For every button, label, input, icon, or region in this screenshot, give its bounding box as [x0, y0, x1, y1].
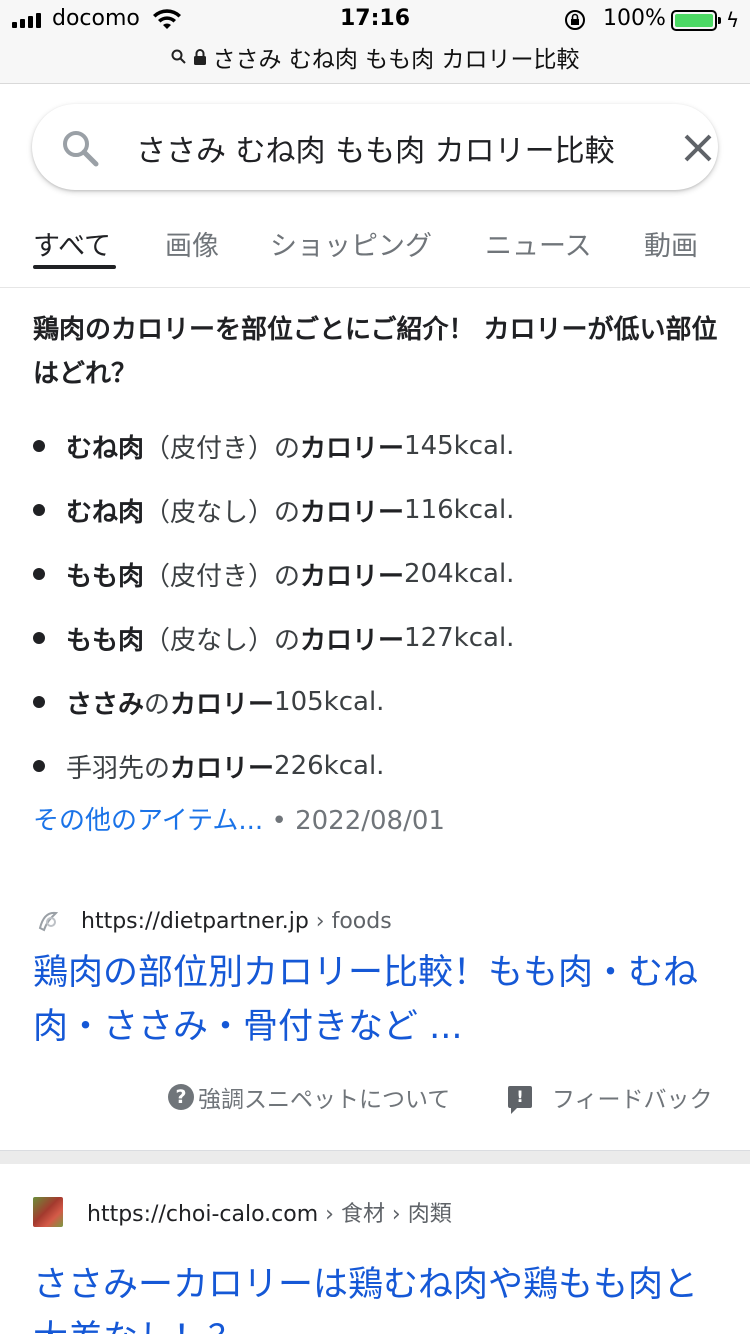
list-item: もも肉 （皮付き）の カロリー 204kcal.	[33, 542, 723, 606]
item-text: （皮付き）の	[144, 433, 301, 464]
battery-percent: 100%	[603, 6, 666, 31]
address-text: ささみ むね肉 もも肉 カロリー比較	[212, 47, 580, 73]
tab-shopping[interactable]: ショッピング	[270, 224, 432, 263]
item-bold-calorie: カロリー	[300, 433, 405, 464]
item-bold-calorie: カロリー	[300, 561, 405, 592]
item-value: 127kcal.	[404, 623, 515, 653]
item-text: の	[144, 689, 171, 720]
bullet-dot	[33, 440, 45, 452]
tab-news[interactable]: ニュース	[485, 224, 592, 263]
item-value: 204kcal.	[404, 559, 515, 589]
snippet-date: 2022/08/01	[295, 806, 445, 836]
result-domain: https://dietpartner.jp	[81, 908, 309, 934]
list-item: むね肉 （皮なし）の カロリー 116kcal.	[33, 478, 723, 542]
browser-top-bar: docomo 17:16 100% ϟ ささみ むね肉 もも肉 カロリー比較	[0, 0, 750, 84]
active-tab-indicator	[33, 265, 116, 269]
tab-images[interactable]: 画像	[165, 224, 219, 263]
lock-icon	[193, 49, 206, 65]
more-items-row: その他のアイテム... • 2022/08/01	[33, 800, 445, 837]
result-divider	[0, 1150, 750, 1164]
charging-bolt-icon: ϟ	[726, 8, 740, 32]
bullet-dot	[33, 568, 45, 580]
site-favicon	[33, 906, 63, 936]
rotation-lock-icon	[565, 10, 585, 30]
search-box[interactable]	[32, 104, 718, 190]
item-text: （皮なし）の	[144, 625, 301, 656]
feedback-label: フィードバック	[552, 1087, 713, 1113]
search-icon[interactable]	[60, 128, 100, 168]
search-small-icon	[171, 49, 186, 64]
item-text: 手羽先の	[66, 753, 171, 784]
result-cite[interactable]: https://choi-calo.com › 食材 › 肉類	[33, 1196, 452, 1228]
item-value: 116kcal.	[404, 495, 515, 525]
item-bold-term: もも肉	[66, 561, 145, 592]
list-item: もも肉 （皮なし）の カロリー 127kcal.	[33, 606, 723, 670]
item-bold-calorie: カロリー	[300, 625, 405, 656]
address-bar[interactable]: ささみ むね肉 もも肉 カロリー比較	[0, 40, 750, 74]
item-bold-term: むね肉	[66, 433, 145, 464]
list-item: 手羽先の カロリー 226kcal.	[33, 734, 723, 798]
bullet-dot	[33, 760, 45, 772]
item-text: （皮付き）の	[144, 561, 301, 592]
item-value: 226kcal.	[274, 751, 385, 781]
result-title-link[interactable]: 鶏肉の部位別カロリー比較！もも肉・むね肉・ささみ・骨付きなど ...	[33, 946, 723, 1054]
snippet-title: 鶏肉のカロリーを部位ごとにご紹介！ カロリーが低い部位はどれ？	[33, 315, 718, 389]
result-title-link[interactable]: ささみーカロリーは鶏むね肉や鶏もも肉と大差なし！？	[33, 1258, 723, 1334]
tab-videos[interactable]: 動画	[644, 224, 698, 263]
item-bold-term: むね肉	[66, 497, 145, 528]
feedback-button[interactable]: ! フィードバック	[508, 1080, 713, 1114]
result-cite[interactable]: https://dietpartner.jp › foods	[33, 906, 392, 936]
bullet-dot	[33, 632, 45, 644]
item-bold-calorie: カロリー	[170, 689, 275, 720]
list-item: ささみのカロリー 105kcal.	[33, 670, 723, 734]
list-item: むね肉 （皮付き）の カロリー 145kcal.	[33, 414, 723, 478]
search-tabs: すべて 画像 ショッピング ニュース 動画	[0, 212, 750, 288]
about-snippet-label: 強調スニペットについて	[198, 1087, 451, 1113]
item-bold-calorie: カロリー	[170, 753, 275, 784]
result-breadcrumb: › 食材 › 肉類	[318, 1202, 452, 1227]
item-bold-calorie: カロリー	[300, 497, 405, 528]
snippet-footer: ? 強調スニペットについて ! フィードバック	[0, 1080, 750, 1120]
item-text: （皮なし）の	[144, 497, 301, 528]
separator-dot: •	[263, 806, 296, 836]
status-bar: docomo 17:16 100% ϟ	[0, 0, 750, 40]
tab-all[interactable]: すべて	[33, 224, 111, 263]
item-value: 105kcal.	[274, 687, 385, 717]
bullet-dot	[33, 504, 45, 516]
result-domain: https://choi-calo.com	[87, 1202, 319, 1227]
item-value: 145kcal.	[404, 431, 515, 461]
more-items-link[interactable]: その他のアイテム...	[33, 806, 263, 836]
clear-icon[interactable]	[680, 130, 716, 166]
help-icon: ?	[168, 1084, 194, 1110]
snippet-list: むね肉 （皮付き）の カロリー 145kcal. むね肉 （皮なし）の カロリー 116…	[33, 414, 723, 798]
favicon-icon	[38, 911, 59, 932]
item-bold-term: もも肉	[66, 625, 145, 656]
site-thumbnail	[33, 1197, 63, 1227]
item-bold-term: ささみ	[66, 689, 145, 720]
about-snippet-button[interactable]: ? 強調スニペットについて	[168, 1080, 450, 1114]
search-input[interactable]	[136, 126, 656, 170]
result-breadcrumb: › foods	[308, 908, 392, 934]
feedback-icon: !	[508, 1086, 532, 1114]
bullet-dot	[33, 696, 45, 708]
battery-icon	[671, 10, 721, 31]
